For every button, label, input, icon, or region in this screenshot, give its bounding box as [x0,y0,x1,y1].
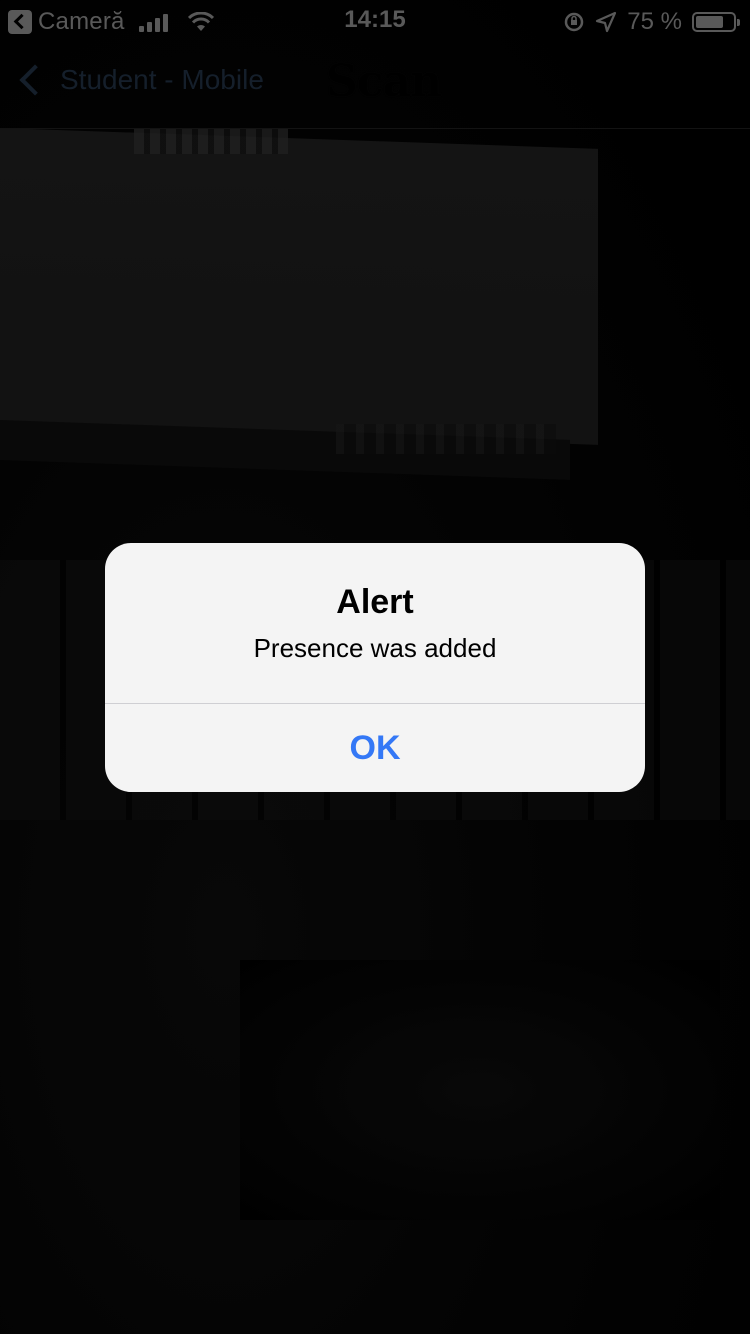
alert-title: Alert [336,583,414,621]
ok-button[interactable]: OK [105,704,645,792]
screen: Cameră 14:15 75 % Student - Mobile Scan … [0,0,750,1334]
alert-message: Presence was added [253,633,497,663]
alert-dialog: Alert Presence was added OK [105,543,645,792]
